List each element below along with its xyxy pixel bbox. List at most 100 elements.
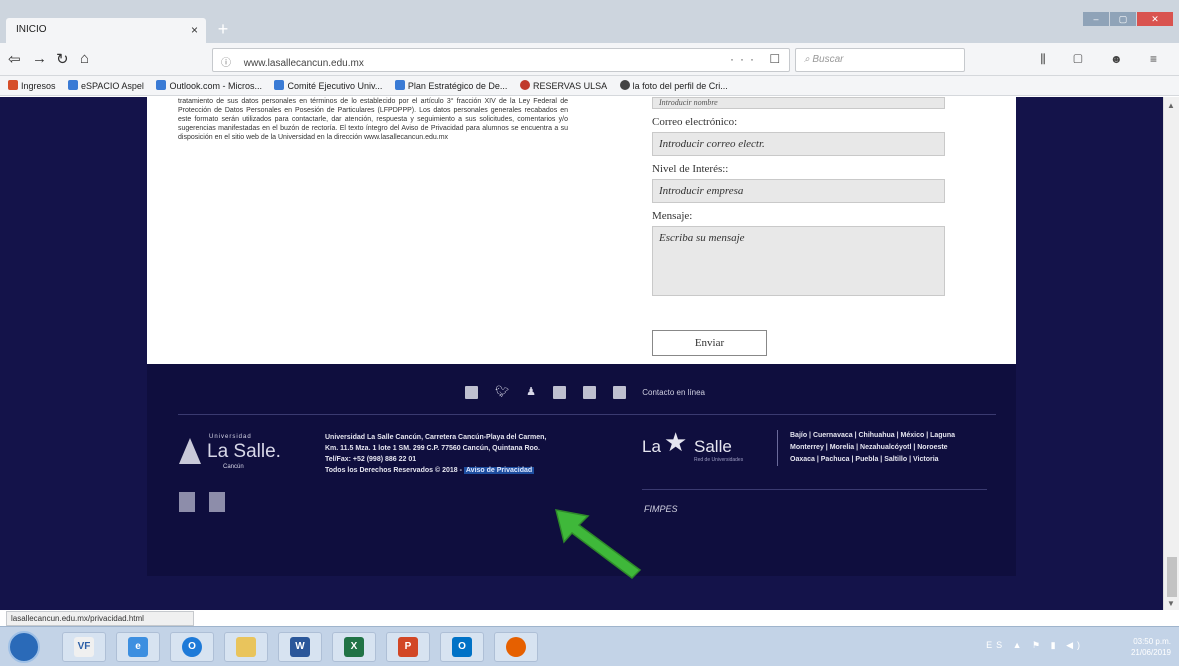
taskbar-app[interactable]: O [170, 632, 214, 662]
campus-line[interactable]: Monterrey | Morelia | Nezahualcóyotl | N… [790, 442, 992, 454]
logo-la-text: La [642, 437, 661, 456]
campus-list: Bajío | Cuernavaca | Chihuahua | México … [777, 430, 992, 466]
footer-divider [642, 489, 987, 490]
search-input[interactable]: ⌕ Buscar [795, 48, 965, 72]
toolbar-menu-icons[interactable]: ⫼ ▢ ☻ ≡ [1040, 52, 1169, 67]
logo-name-text: La Salle. [207, 441, 281, 462]
info-icon[interactable]: ⓘ [221, 58, 231, 69]
contact-section: tratamiento de sus datos personales en t… [147, 97, 1016, 364]
message-field[interactable]: Escriba su mensaje [652, 226, 945, 296]
scroll-thumb[interactable] [1167, 557, 1177, 597]
bookmark-item[interactable]: RESERVAS ULSA [519, 80, 607, 91]
twitter-icon[interactable]: 🐦︎ [495, 386, 509, 398]
bookmark-icon [8, 80, 18, 90]
send-button[interactable]: Enviar [652, 330, 767, 356]
clock[interactable]: 03:50 p.m. 21/06/2019 [1131, 636, 1171, 658]
system-tray-icons[interactable]: ES ▲ ⚑ ▮ ◀) [986, 640, 1084, 651]
scroll-down-icon[interactable]: ▼ [1167, 599, 1175, 608]
windows-taskbar: VF e O W X P O ES ▲ ⚑ ▮ ◀) 03:50 p.m. 21… [0, 626, 1179, 666]
bookmark-item[interactable]: eSPACIO Aspel [68, 80, 144, 91]
logo-city-text: Cancún [223, 464, 244, 470]
red-la-salle-logo[interactable]: La ★ Salle Red de Universidades [642, 427, 767, 467]
tab-inicio[interactable]: INICIO × [6, 18, 206, 43]
taskbar-app[interactable]: O [440, 632, 484, 662]
snapchat-icon[interactable]: ♟ [526, 386, 536, 398]
bookmark-item[interactable]: Plan Estratégico de De... [394, 80, 507, 91]
accreditation-logo[interactable] [209, 492, 225, 512]
bookmark-item[interactable]: la foto del perfil de Cri... [619, 80, 728, 91]
start-button[interactable] [8, 631, 40, 663]
contact-form: Introducir nombre Correo electrónico: In… [652, 97, 952, 296]
accreditation-logos [179, 492, 225, 512]
bookmark-item[interactable]: Comité Ejecutivo Univ... [274, 80, 382, 91]
back-arrow-icon[interactable]: ⇦ [8, 50, 21, 68]
globe-icon [619, 80, 630, 90]
url-bar[interactable]: ⓘ www.lasallecancun.edu.mx [212, 48, 790, 72]
taskbar-app[interactable]: P [386, 632, 430, 662]
close-window-button[interactable]: ✕ [1137, 12, 1173, 26]
status-url: lasallecancun.edu.mx/privacidad.html [6, 611, 194, 626]
instagram-icon[interactable] [465, 385, 479, 399]
campus-line[interactable]: Oaxaca | Pachuca | Puebla | Saltillo | V… [790, 454, 992, 466]
bookmark-item[interactable]: Outlook.com - Micros... [156, 80, 262, 91]
logo-universidad-text: Universidad [209, 434, 252, 440]
taskbar-app[interactable]: e [116, 632, 160, 662]
minimize-button[interactable]: – [1083, 12, 1109, 26]
browser-toolbar: ⇦ → ↻ ⌂ ⓘ www.lasallecancun.edu.mx ··· ☐… [0, 43, 1179, 76]
chat-icon[interactable] [613, 385, 627, 399]
taskbar-app[interactable] [224, 632, 268, 662]
email-field[interactable]: Introducir correo electr. [652, 132, 945, 156]
forward-arrow-icon[interactable]: → [32, 50, 47, 67]
youtube-icon[interactable] [553, 385, 567, 399]
scroll-up-icon[interactable]: ▲ [1167, 101, 1175, 110]
address-line: Universidad La Salle Cancún, Carretera C… [325, 434, 547, 441]
rights-line: Todos los Derechos Reservados © 2018 - A… [325, 465, 610, 476]
address-block: Universidad La Salle Cancún, Carretera C… [325, 432, 610, 476]
taskbar-app[interactable]: X [332, 632, 376, 662]
bookmark-icon [519, 80, 530, 90]
fimpes-logo[interactable]: FIMPES [644, 504, 678, 514]
search-placeholder: Buscar [812, 54, 844, 65]
rights-text: Todos los Derechos Reservados © 2018 - [325, 467, 462, 474]
star-icon: ★ [664, 427, 688, 457]
window-controls: – ▢ ✕ [1083, 12, 1173, 26]
accreditation-logo[interactable] [179, 492, 195, 512]
logo-sub-text: Red de Universidades [694, 457, 744, 463]
bookmark-icon [68, 80, 79, 90]
taskbar-app[interactable] [494, 632, 538, 662]
clock-date: 21/06/2019 [1130, 648, 1171, 657]
social-links: 🐦︎ ♟ Contacto en línea [147, 385, 1016, 399]
maximize-button[interactable]: ▢ [1110, 12, 1136, 26]
campus-line[interactable]: Bajío | Cuernavaca | Chihuahua | México … [790, 430, 992, 442]
site-footer: 🐦︎ ♟ Contacto en línea Universidad La Sa… [147, 364, 1016, 576]
footer-divider [178, 414, 996, 415]
logo-salle-text: Salle [694, 437, 732, 456]
interest-field[interactable]: Introducir empresa [652, 179, 945, 203]
taskbar-app[interactable]: W [278, 632, 322, 662]
privacy-notice-link[interactable]: Aviso de Privacidad [463, 467, 535, 474]
interest-label: Nivel de Interés:: [652, 163, 729, 175]
browser-tab-bar: INICIO × + – ▢ ✕ [0, 0, 1179, 43]
url-text: www.lasallecancun.edu.mx [243, 58, 364, 69]
home-icon[interactable]: ⌂ [80, 50, 89, 67]
bookmark-icon [394, 80, 405, 90]
la-salle-mark-icon [179, 438, 201, 464]
bookmark-icon [156, 80, 167, 90]
la-salle-cancun-logo[interactable]: Universidad La Salle. Cancún [179, 432, 291, 472]
taskbar-app[interactable]: VF [62, 632, 106, 662]
reload-icon[interactable]: ↻ [56, 50, 69, 68]
tab-title: INICIO [16, 24, 47, 35]
page-scrollbar[interactable]: ▲ ▼ [1163, 97, 1179, 610]
tab-close-icon[interactable]: × [191, 23, 198, 37]
message-label: Mensaje: [652, 210, 693, 222]
name-field[interactable]: Introducir nombre [652, 97, 945, 109]
bookmarks-bar: Ingresos eSPACIO Aspel Outlook.com - Mic… [0, 76, 1179, 96]
facebook-icon[interactable] [583, 385, 597, 399]
bookmark-item[interactable]: Ingresos [8, 80, 56, 91]
bookmark-icon [274, 80, 285, 90]
clock-time: 03:50 p.m. [1133, 637, 1171, 646]
email-label: Correo electrónico: [652, 116, 738, 128]
new-tab-button[interactable]: + [212, 20, 234, 40]
online-contact-link[interactable]: Contacto en línea [642, 388, 705, 397]
phone-line: Tel/Fax: +52 (998) 886 22 01 [325, 456, 417, 463]
